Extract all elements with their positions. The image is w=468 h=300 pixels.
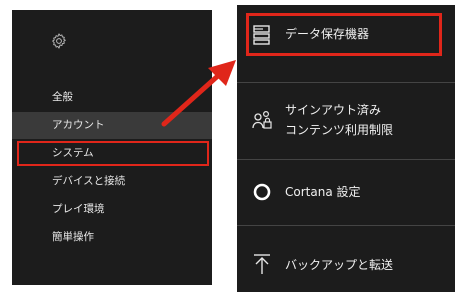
- content-restrictions-label-line2: コンテンツ利用制限: [285, 123, 394, 137]
- gear-icon[interactable]: [50, 32, 68, 50]
- menu-item-backup-transfer[interactable]: バックアップと転送: [237, 226, 455, 290]
- upload-arrow-icon: [254, 254, 270, 274]
- content-restrictions-label-line1: サインアウト済み: [285, 103, 382, 117]
- system-highlight-box: [17, 141, 209, 166]
- menu-item-accessibility[interactable]: 簡単操作: [12, 224, 212, 251]
- system-right-panel: データ保存機器 サインアウト済み コンテンツ利用制限 Cortana 設定 バッ…: [237, 5, 455, 292]
- red-arrow-icon: [161, 60, 236, 127]
- menu-item-content-restrictions[interactable]: サインアウト済み コンテンツ利用制限: [237, 83, 455, 159]
- backup-transfer-label: バックアップと転送: [285, 258, 394, 272]
- storage-highlight-box: [246, 13, 442, 56]
- menu-item-devices[interactable]: デバイスと接続: [12, 168, 212, 195]
- settings-left-panel: 全般 アカウント システム デバイスと接続 プレイ環境 簡単操作: [12, 10, 212, 285]
- cortana-settings-label: Cortana 設定: [285, 185, 361, 199]
- cortana-circle-icon: [253, 183, 271, 201]
- menu-item-play-environment[interactable]: プレイ環境: [12, 196, 212, 223]
- menu-item-cortana-settings[interactable]: Cortana 設定: [237, 160, 455, 224]
- users-lock-icon: [252, 110, 272, 129]
